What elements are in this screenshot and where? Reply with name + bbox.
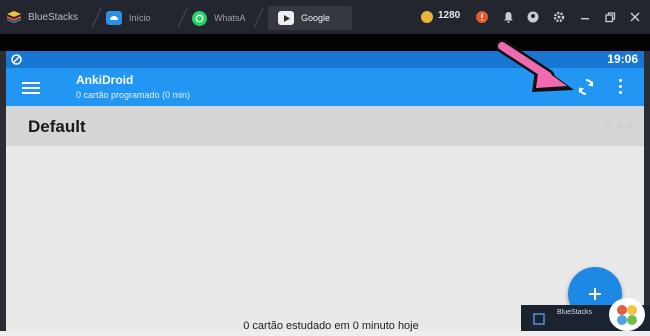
- new-count: 0: [606, 121, 612, 131]
- app-name-label: BlueStacks: [28, 11, 79, 23]
- whatsapp-icon: [192, 10, 207, 26]
- tab-label: Google: [301, 13, 331, 23]
- coin-count[interactable]: 1280: [438, 10, 460, 21]
- app-subtitle: 0 cartão programado (0 min): [76, 90, 191, 100]
- emulator-frame-right: [644, 51, 650, 331]
- app-title: AnkiDroid: [76, 73, 134, 87]
- alert-icon[interactable]: [475, 10, 489, 24]
- learning-count: 0: [616, 121, 622, 131]
- deck-due-counts: 0 0 0: [607, 121, 632, 131]
- deck-list-area: [6, 146, 644, 331]
- account-icon[interactable]: [526, 10, 540, 24]
- minimize-icon[interactable]: [578, 10, 592, 24]
- settings-gear-icon[interactable]: [552, 10, 566, 24]
- tab-whatsapp[interactable]: WhatsA: [192, 6, 246, 30]
- overflow-menu-icon[interactable]: [618, 79, 624, 95]
- sync-status-icon: [11, 54, 22, 65]
- close-icon[interactable]: [628, 10, 642, 24]
- status-time: 19:06: [607, 52, 638, 66]
- bluestacks-brand[interactable]: BlueStacks: [6, 9, 78, 25]
- pink-pointer-arrow-annotation: [495, 39, 574, 92]
- deck-name: Default: [28, 117, 86, 136]
- home-icon: [106, 11, 122, 25]
- tab-google[interactable]: Google: [268, 6, 353, 30]
- tab-label: Início: [129, 13, 151, 23]
- restore-icon[interactable]: [603, 10, 617, 24]
- tab-inicio[interactable]: Início: [106, 6, 151, 30]
- notification-label: BlueStacks: [557, 309, 593, 316]
- play-store-icon: [278, 11, 294, 25]
- emulator-titlebar: BlueStacks Início WhatsA Google 1280: [0, 0, 650, 34]
- coin-icon: [421, 11, 433, 23]
- notification-bell-icon[interactable]: [501, 10, 515, 24]
- deck-row-default[interactable]: Default 0 0 0: [6, 106, 644, 146]
- bluestacks-logo-icon: [7, 11, 21, 23]
- navigation-menu-icon[interactable]: [22, 82, 40, 94]
- review-count: 0: [626, 121, 632, 131]
- tab-label: WhatsA: [214, 13, 246, 23]
- bluestacks-badge-icon[interactable]: [609, 298, 645, 331]
- bluestacks-small-icon: [533, 313, 545, 325]
